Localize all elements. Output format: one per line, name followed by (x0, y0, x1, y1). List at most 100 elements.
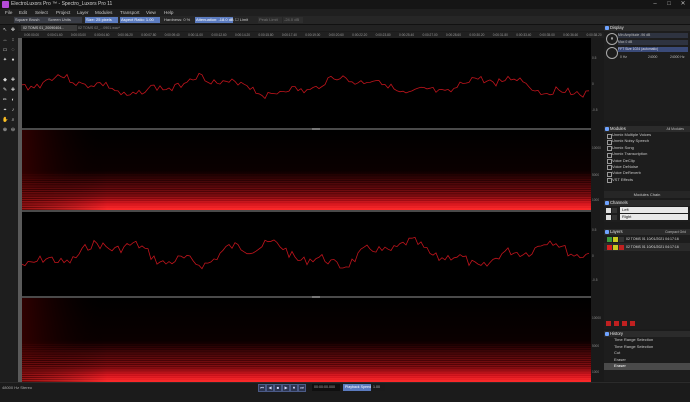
units-select[interactable]: Screen Units (47, 17, 82, 23)
back-button[interactable]: ◀ (266, 384, 274, 392)
pen-icon[interactable]: ✎ (2, 87, 8, 93)
fade-icon[interactable]: ◐ (10, 97, 16, 103)
display-row[interactable]: FFT Size 1024 (automatic) (618, 47, 688, 52)
time-select-icon[interactable]: ↔ (2, 37, 8, 43)
layer-dup-icon[interactable] (614, 321, 619, 326)
maximize-icon[interactable]: □ (662, 0, 676, 9)
channel-solo-icon[interactable] (612, 207, 617, 213)
attenuation-field[interactable]: Attenuation: -18.0 dB (195, 17, 234, 23)
play-button[interactable]: ▶ (282, 384, 290, 392)
layer-visible-icon[interactable] (607, 236, 612, 242)
panel-divider[interactable] (22, 128, 591, 130)
status-bar: 48000 Hz Stereo ⏮ ◀ ■ ▶ ⏺ ⏭ 00:00:00.000… (0, 382, 690, 402)
db-field[interactable]: -24.0 dB (283, 17, 303, 23)
zoom-icon[interactable]: ⌕ (10, 117, 16, 123)
size-field[interactable]: Size: 25 pixels (85, 17, 118, 23)
layer-delete-icon[interactable] (630, 321, 635, 326)
playback-speed-value[interactable]: 1.00 (371, 384, 385, 391)
window-title: ElectroLuxors Pro ™ - Spectro_Luxors Pro… (11, 1, 113, 7)
menu-transport[interactable]: Transport (120, 9, 140, 16)
pointer-tool-icon[interactable]: ↖ (2, 27, 8, 33)
rect-select-icon[interactable]: ▭ (2, 47, 8, 53)
waveform-panel-left[interactable] (22, 38, 591, 128)
end-button[interactable]: ⏭ (298, 384, 306, 392)
divider-handle[interactable] (312, 128, 320, 130)
modules-chain-button[interactable]: Modules Chain (604, 191, 690, 198)
ruler-tick-label: 0:00:09.40 (164, 33, 180, 37)
menu-select[interactable]: Select (35, 9, 48, 16)
lasso-icon[interactable]: ◌ (10, 47, 16, 53)
menu-help[interactable]: Help (164, 9, 173, 16)
divider-handle[interactable] (312, 296, 320, 298)
channel-divider[interactable] (22, 210, 591, 212)
zoom-in-icon[interactable]: ⊕ (2, 127, 8, 133)
rewind-button[interactable]: ⏮ (258, 384, 266, 392)
dropper-icon[interactable]: ⌖ (2, 107, 8, 113)
layer-color-icon[interactable] (619, 244, 624, 250)
ruler-tick-label: 0:00:06.20 (117, 33, 133, 37)
scale-label: 5000 (592, 344, 600, 348)
layer-lock-icon[interactable] (613, 244, 618, 250)
menu-layer[interactable]: Layer (77, 9, 89, 16)
channel-label: Left (620, 206, 688, 213)
eraser-icon[interactable]: ◆ (2, 77, 8, 83)
healing-icon[interactable]: ✚ (10, 87, 16, 93)
display-row[interactable]: Min Amplitude -96 dB (618, 33, 688, 38)
display-header[interactable]: Display (604, 25, 690, 31)
knob-icon[interactable] (606, 47, 618, 59)
layer-merge-icon[interactable] (622, 321, 627, 326)
display-row[interactable]: Max 0 dB (618, 40, 688, 45)
zoom-out-icon[interactable]: ⊖ (10, 127, 16, 133)
waveform-panel-right[interactable] (22, 212, 591, 296)
module-item[interactable]: VST Effects (604, 177, 690, 184)
ruler-tick-label: 0:00:07.80 (141, 33, 157, 37)
grab-icon[interactable]: ✋ (2, 117, 8, 123)
limit-checkbox[interactable]: ☐ Limit (234, 17, 258, 23)
layer-add-icon[interactable] (606, 321, 611, 326)
aspect-ratio-field[interactable]: Aspect Ratio: 1.00 (120, 17, 160, 23)
layer-row[interactable]: 02 TOMS 01 10/01/2021 04:17:16 (604, 235, 690, 243)
record-button[interactable]: ⏺ (290, 384, 298, 392)
play-circle-icon[interactable]: ⏸ (606, 33, 618, 45)
tab-file-2[interactable]: 02 TOMS 02_...0901.wav* (76, 25, 132, 31)
layer-color-icon[interactable] (619, 236, 624, 242)
stop-button[interactable]: ■ (274, 384, 282, 392)
history-item-active[interactable]: Eraser (604, 363, 690, 370)
spectral-band (22, 359, 591, 360)
channel-mute-icon[interactable] (606, 214, 611, 220)
close-icon[interactable]: ✕ (676, 0, 690, 9)
spectral-band (22, 204, 591, 206)
menu-file[interactable]: File (5, 9, 12, 16)
brush-select[interactable]: Square Brush (14, 17, 47, 23)
hand-tool-icon[interactable]: ✥ (10, 27, 16, 33)
freq-select-icon[interactable]: ↕ (10, 37, 16, 43)
channel-mute-icon[interactable] (606, 207, 611, 213)
channel-solo-icon[interactable] (612, 214, 617, 220)
menu-modules[interactable]: Modules (95, 9, 112, 16)
brush-icon[interactable]: ● (10, 57, 16, 63)
spectrogram-editor[interactable] (21, 38, 591, 382)
channel-row-right[interactable]: Right (604, 213, 690, 220)
peak-limit-field[interactable]: Peak Limit (258, 17, 282, 23)
ruler-tick-label: 0:00:31.80 (492, 33, 508, 37)
pencil-icon[interactable]: ✏ (2, 97, 8, 103)
channel-row-left[interactable]: Left (604, 206, 690, 213)
hardness-field[interactable]: Hardness: 0 % (163, 17, 193, 23)
scale-label: -0.5 (592, 278, 598, 282)
spectral-band (22, 192, 591, 193)
menu-view[interactable]: View (146, 9, 156, 16)
clone-icon[interactable]: ✚ (10, 77, 16, 83)
editor-canvas[interactable] (21, 38, 591, 382)
panel-divider[interactable] (22, 296, 591, 298)
menu-project[interactable]: Project (56, 9, 70, 16)
layer-lock-icon[interactable] (613, 236, 618, 242)
tab-file-1[interactable]: 02 TOMS 01_20090404... (21, 25, 77, 31)
menu-edit[interactable]: Edit (19, 9, 27, 16)
time-display[interactable]: 00:00:00.000 (312, 384, 340, 391)
ruler-tick-label: 0:00:27.00 (422, 33, 438, 37)
layer-visible-icon[interactable] (607, 244, 612, 250)
scrub-icon[interactable]: ♪ (10, 107, 16, 113)
minimize-icon[interactable]: – (648, 0, 662, 9)
layer-row[interactable]: 02 TOMS 01 10/01/2021 04:17:16 (604, 243, 690, 251)
wand-icon[interactable]: ✦ (2, 57, 8, 63)
